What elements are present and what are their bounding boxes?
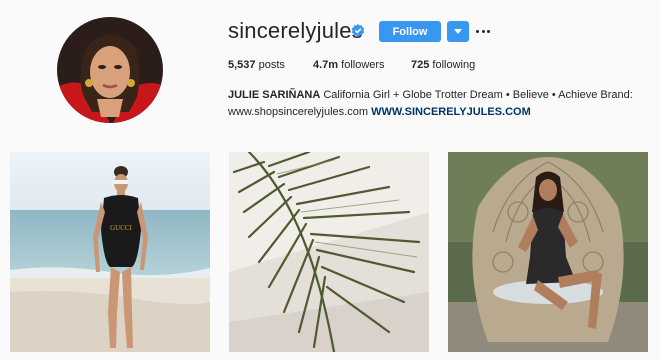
following-count-label: following [432,59,476,71]
following-count-value: 725 [411,59,430,71]
profile-full-name: JULIE SARIÑANA [228,89,321,101]
svg-text:GUCCI: GUCCI [110,224,132,232]
post-thumbnail-3[interactable] [448,152,648,352]
bio-text: California Girl + Globe Trotter Dream • … [323,89,633,101]
more-options-icon[interactable] [476,24,490,38]
posts-count-label: posts [258,59,285,71]
followers-count[interactable]: 4.7m followers [313,59,385,71]
profile-website-link[interactable]: WWW.SINCERELYJULES.COM [371,106,531,118]
profile-bio: JULIE SARIÑANA California Girl + Globe T… [228,87,648,121]
posts-count-value: 5,537 [228,59,256,71]
chevron-down-icon [454,29,462,34]
profile-avatar[interactable] [57,17,163,123]
followers-count-value: 4.7m [313,59,339,71]
post-thumbnail-2[interactable] [229,152,429,352]
post-thumbnail-1[interactable]: GUCCI [10,152,210,352]
follow-button[interactable]: Follow [379,21,441,42]
posts-count: 5,537 posts [228,59,285,71]
followers-count-label: followers [341,59,385,71]
suggestions-dropdown-button[interactable] [447,21,469,42]
verified-badge-icon [351,24,365,38]
profile-username: sincerelyjules [228,18,363,43]
bio-website-plain: www.shopsincerelyjules.com [228,106,368,118]
following-count[interactable]: 725 following [411,59,475,71]
